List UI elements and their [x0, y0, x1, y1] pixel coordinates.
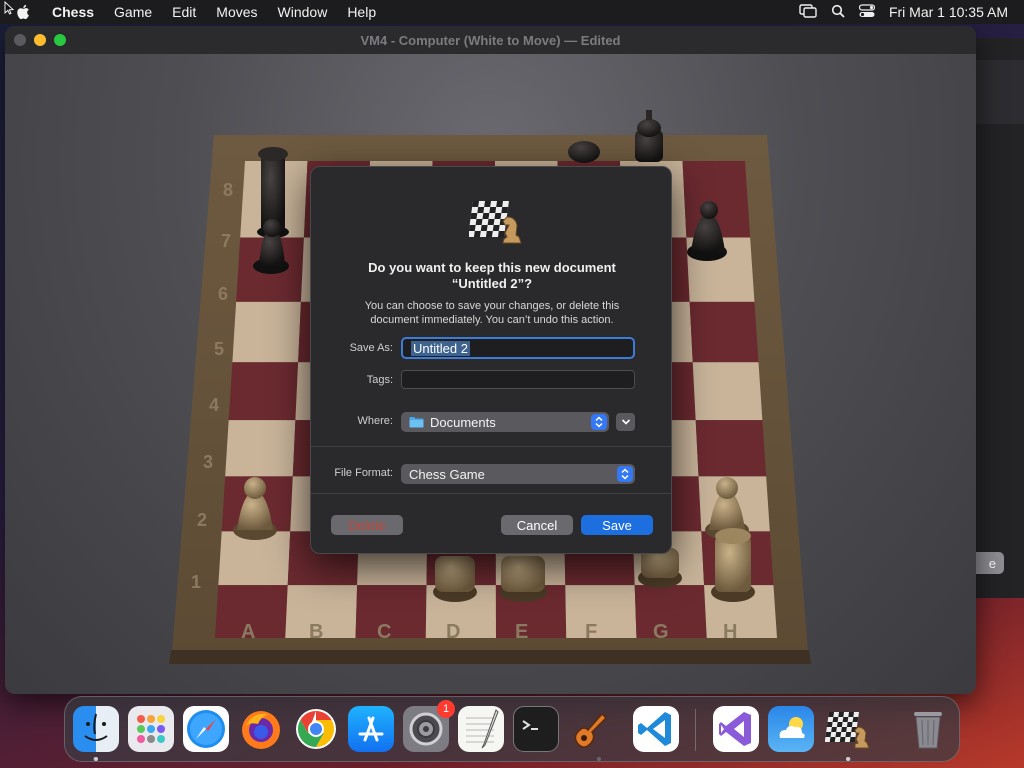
board-square	[565, 585, 637, 638]
background-window-panel	[974, 60, 1024, 124]
control-center-icon[interactable]	[858, 3, 876, 21]
where-popup[interactable]: Documents	[401, 412, 609, 432]
dialog-message: You can choose to save your changes, or …	[331, 299, 653, 327]
tags-label: Tags:	[366, 374, 393, 386]
save-as-field[interactable]: Untitled 2	[401, 337, 635, 359]
chrome-icon[interactable]	[293, 706, 339, 752]
rank-label: 5	[214, 339, 224, 359]
board-square	[692, 362, 763, 421]
weather-icon[interactable]	[768, 706, 814, 752]
garageband-icon[interactable]	[568, 706, 614, 752]
menu-bar: Chess Game Edit Moves Window Help Fri Ma…	[0, 0, 1024, 24]
board-square	[225, 420, 296, 477]
tags-field[interactable]	[401, 370, 635, 389]
dialog-headline-line: “Untitled 2”?	[451, 276, 533, 291]
file-label: G	[653, 621, 669, 643]
terminal-icon[interactable]	[513, 706, 559, 752]
file-label: B	[309, 621, 323, 643]
file-format-label: File Format:	[334, 467, 393, 479]
system-settings-icon[interactable]: 1	[403, 700, 455, 752]
trash-icon[interactable]	[905, 706, 951, 752]
white-piece-bottom	[433, 556, 477, 602]
save-as-value[interactable]: Untitled 2	[411, 340, 470, 356]
where-label: Where:	[357, 415, 393, 427]
file-label: A	[241, 621, 255, 643]
up-down-chevron-icon	[591, 414, 607, 430]
file-label: H	[723, 621, 737, 643]
rank-label: 8	[223, 180, 233, 200]
launchpad-icon[interactable]	[128, 706, 174, 752]
white-rook-piece	[711, 528, 755, 602]
app-store-icon[interactable]	[348, 706, 394, 752]
dialog-headline-line: Do you want to keep this new document	[368, 260, 616, 275]
save-changes-dialog: Do you want to keep this new document “U…	[310, 166, 672, 554]
board-square	[228, 362, 299, 421]
vscode-icon[interactable]	[633, 706, 679, 752]
rank-label: 7	[221, 231, 231, 251]
white-piece-bottom	[499, 556, 547, 602]
expand-browser-button[interactable]	[616, 413, 635, 431]
dialog-divider	[311, 446, 671, 447]
dock: 1	[64, 696, 960, 762]
spotlight-search-icon[interactable]	[831, 4, 845, 21]
board-square	[232, 301, 301, 363]
chevron-down-icon	[621, 419, 630, 425]
menu-window[interactable]: Window	[268, 0, 338, 24]
file-label: E	[515, 621, 528, 643]
firefox-icon[interactable]	[238, 706, 284, 752]
rank-label: 4	[209, 395, 219, 415]
board-square	[689, 301, 759, 363]
visual-studio-icon[interactable]	[713, 706, 759, 752]
dialog-message-line: You can choose to save your changes, or …	[364, 300, 620, 312]
file-label: D	[446, 621, 460, 643]
notification-badge: 1	[437, 700, 455, 718]
dialog-headline: Do you want to keep this new document “U…	[331, 260, 653, 292]
menu-moves[interactable]: Moves	[206, 0, 267, 24]
screen-mirroring-icon[interactable]	[799, 3, 817, 21]
textedit-icon[interactable]	[458, 706, 504, 752]
dock-separator	[695, 709, 696, 751]
menu-game[interactable]: Game	[104, 0, 162, 24]
folder-icon	[409, 417, 424, 428]
cancel-button[interactable]: Cancel	[501, 515, 573, 535]
save-as-label: Save As:	[349, 342, 393, 354]
up-down-chevron-icon	[617, 466, 633, 482]
black-king-piece	[635, 110, 663, 162]
finder-icon[interactable]	[73, 706, 119, 752]
dialog-divider	[311, 493, 671, 494]
safari-icon[interactable]	[183, 706, 229, 752]
rank-label: 2	[197, 510, 207, 530]
apple-menu-icon[interactable]	[16, 4, 38, 20]
where-value: Documents	[430, 414, 496, 430]
dialog-message-line: document immediately. You can’t undo thi…	[370, 314, 614, 326]
file-format-value: Chess Game	[409, 466, 485, 482]
menu-app-name[interactable]: Chess	[42, 0, 104, 24]
black-piece-top	[568, 141, 600, 163]
chess-dock-icon[interactable]	[824, 706, 871, 752]
board-square	[695, 420, 767, 477]
file-label: F	[585, 621, 597, 643]
rank-label: 1	[191, 572, 201, 592]
running-indicator	[94, 757, 98, 761]
delete-button[interactable]: Delete	[331, 515, 403, 535]
menu-help[interactable]: Help	[337, 0, 386, 24]
rank-label: 3	[203, 452, 213, 472]
board-square	[634, 585, 707, 638]
save-button[interactable]: Save	[581, 515, 653, 535]
file-label: C	[377, 621, 391, 643]
running-indicator	[846, 757, 850, 761]
mouse-pointer-icon	[4, 1, 14, 15]
chess-app-icon	[469, 201, 522, 244]
menu-edit[interactable]: Edit	[162, 0, 206, 24]
rank-label: 6	[218, 284, 228, 304]
white-piece-bottom	[638, 548, 682, 588]
file-format-popup[interactable]: Chess Game	[401, 464, 635, 484]
menu-bar-clock[interactable]: Fri Mar 1 10:35 AM	[889, 4, 1008, 20]
